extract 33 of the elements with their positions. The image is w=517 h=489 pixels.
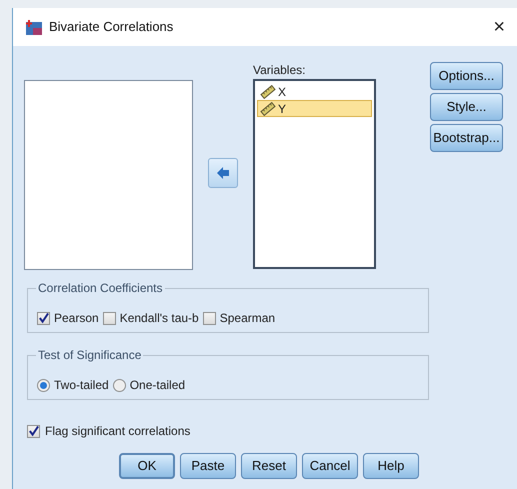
option-label: Spearman bbox=[220, 310, 276, 327]
variables-list[interactable]: X Y bbox=[253, 79, 376, 269]
option-label: One-tailed bbox=[130, 377, 186, 394]
variable-item[interactable]: Y bbox=[257, 100, 372, 117]
side-button[interactable]: Bootstrap... bbox=[430, 124, 503, 152]
source-list[interactable] bbox=[24, 80, 193, 270]
radio-button[interactable] bbox=[37, 378, 50, 392]
option-label: Kendall's tau-b bbox=[120, 310, 199, 327]
checkbox[interactable] bbox=[202, 312, 216, 324]
group-title: Test of Significance bbox=[36, 347, 144, 363]
window-title: Bivariate Correlations bbox=[49, 18, 174, 36]
arrow-icon bbox=[216, 167, 230, 179]
variable-item[interactable]: X bbox=[257, 83, 372, 100]
side-button[interactable]: Style... bbox=[430, 93, 503, 121]
ruler-icon bbox=[260, 102, 276, 116]
move-button[interactable] bbox=[208, 158, 238, 188]
checkbox[interactable] bbox=[102, 312, 116, 324]
side-button[interactable]: Options... bbox=[430, 62, 503, 90]
dialog-button[interactable]: Cancel bbox=[302, 453, 358, 479]
close-button[interactable]: × bbox=[493, 17, 505, 37]
option-label: Pearson bbox=[54, 310, 99, 327]
checkbox[interactable] bbox=[27, 424, 40, 438]
dialog-button[interactable]: Paste bbox=[180, 453, 236, 479]
flag-label: Flag significant correlations bbox=[45, 423, 190, 440]
ruler-icon bbox=[260, 84, 276, 98]
variables-label: Variables: bbox=[253, 62, 306, 78]
checkbox[interactable] bbox=[37, 312, 50, 324]
dialog-button[interactable]: Reset bbox=[241, 453, 297, 479]
option-label: Two-tailed bbox=[54, 377, 109, 394]
app-icon bbox=[25, 18, 43, 36]
dialog-button[interactable]: OK bbox=[119, 453, 175, 479]
radio-button[interactable] bbox=[112, 378, 126, 392]
dialog-button[interactable]: Help bbox=[363, 453, 419, 479]
